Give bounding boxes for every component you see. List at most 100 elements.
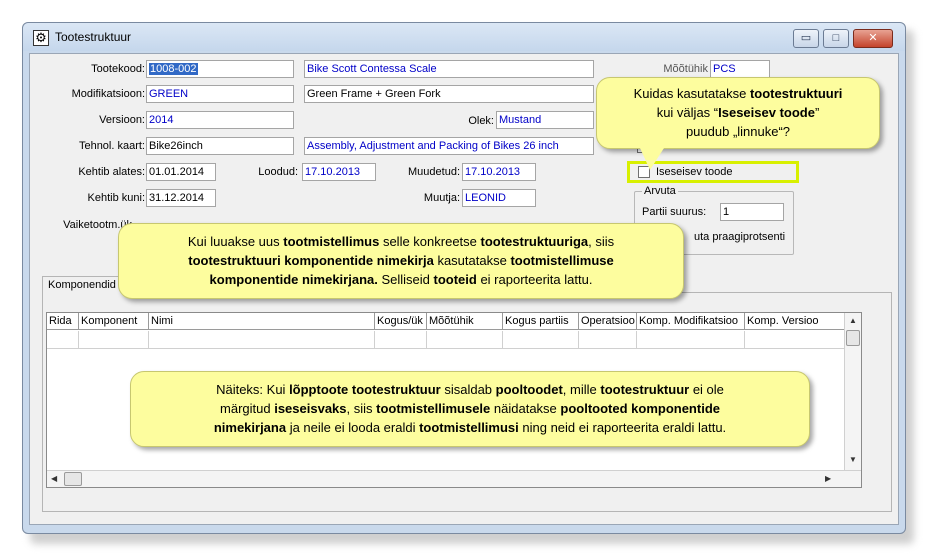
grid-cell[interactable] — [579, 331, 637, 349]
callout-bottom-segment: , siis — [346, 401, 377, 416]
callout-bottom-segment: tootmistellimusele — [376, 401, 491, 416]
modifikatsioon-name-field[interactable]: Green Frame + Green Fork — [304, 85, 594, 103]
scroll-left-icon[interactable]: ◀ — [51, 474, 57, 483]
minimize-button[interactable]: ▭ — [793, 29, 819, 48]
callout-bottom-segment: ning neid ei raporteerita eraldi lattu. — [518, 420, 727, 435]
callout-bottom-segment: iseseisvaks — [274, 401, 347, 416]
grid-cell[interactable] — [79, 331, 149, 349]
col-operatsioon[interactable]: Operatsioo — [579, 313, 637, 330]
callout-top-segment: ” — [814, 105, 820, 120]
tootekood-name-field[interactable]: Bike Scott Contessa Scale — [304, 60, 594, 78]
versioon-label: Versioon: — [99, 114, 145, 126]
grid-cell[interactable] — [503, 331, 579, 349]
maximize-button[interactable]: □ — [823, 29, 849, 48]
callout-middle-segment: tootmistellimus — [283, 234, 380, 249]
scroll-down-icon[interactable]: ▼ — [849, 455, 857, 464]
tehnol-kaart-name-field[interactable]: Assembly, Adjustment and Packing of Bike… — [304, 137, 594, 155]
callout-bottom: Näiteks: Kui lõpptoote tootestruktuur si… — [130, 371, 810, 447]
muutja-field[interactable]: LEONID — [462, 189, 536, 207]
kehtib-alates-label: Kehtib alates: — [78, 166, 145, 178]
col-nimi[interactable]: Nimi — [149, 313, 375, 330]
app-gear-icon: ⚙ — [33, 30, 49, 46]
callout-top-segment: Iseseisev toode — [718, 105, 815, 120]
col-rida[interactable]: Rida — [47, 313, 79, 330]
grid-cell[interactable] — [637, 331, 745, 349]
moot-field[interactable]: PCS — [710, 60, 770, 78]
callout-top-segment: kui väljas “ — [656, 105, 719, 120]
callout-middle-segment: komponentide nimekirjana. — [209, 272, 378, 287]
muutja-label: Muutja: — [423, 192, 460, 204]
col-mootuhik[interactable]: Mõõtühik — [427, 313, 503, 330]
iseseisev-toode-label: Iseseisev toode — [656, 166, 733, 178]
callout-top-pointer — [640, 148, 664, 170]
callout-bottom-segment: pooltooted komponentide — [560, 401, 720, 416]
callout-top: Kuidas kasutatakse tootestruktuuri kui vä… — [596, 77, 880, 149]
callout-bottom-segment: ja neile ei looda eraldi — [286, 420, 420, 435]
grid-cell[interactable] — [427, 331, 503, 349]
kehtib-kuni-label: Kehtib kuni: — [87, 192, 145, 204]
praagiprotsent-label: uta praagiprotsenti — [694, 231, 786, 243]
callout-bottom-segment: lõpptoote tootestruktuur — [289, 382, 441, 397]
horizontal-scrollbar[interactable]: ◀ ▶ — [47, 470, 861, 487]
vertical-scrollbar[interactable]: ▲ ▼ — [844, 313, 861, 471]
kehtib-alates-field[interactable]: 01.01.2014 — [146, 163, 216, 181]
arvuta-label: Arvuta — [642, 185, 678, 197]
callout-middle-segment: selle konkreetse — [379, 234, 481, 249]
scroll-up-icon[interactable]: ▲ — [849, 316, 857, 325]
callout-middle-segment: kasutatakse — [433, 253, 511, 268]
close-button[interactable]: ✕ — [853, 29, 893, 48]
vertical-scroll-thumb[interactable] — [846, 330, 860, 346]
callout-bottom-segment: näidatakse — [490, 401, 561, 416]
tootekood-field[interactable]: 1008-002 — [146, 60, 294, 78]
callout-top-segment: puudub „linnuke“? — [685, 124, 791, 139]
callout-middle-segment: , siis — [588, 234, 615, 249]
muudetud-field[interactable]: 17.10.2013 — [462, 163, 536, 181]
grid-cell[interactable] — [47, 331, 79, 349]
modifikatsioon-field[interactable]: GREEN — [146, 85, 294, 103]
callout-middle-segment: tootestruktuuriga — [480, 234, 589, 249]
kehtib-kuni-field[interactable]: 31.12.2014 — [146, 189, 216, 207]
scroll-right-icon[interactable]: ▶ — [825, 474, 831, 483]
partii-suurus-field[interactable]: 1 — [720, 203, 784, 221]
versioon-field[interactable]: 2014 — [146, 111, 294, 129]
grid-cell[interactable] — [745, 331, 845, 349]
olek-field[interactable]: Mustand — [496, 111, 594, 129]
callout-bottom-segment: , mille — [562, 382, 601, 397]
loodud-label: Loodud: — [258, 166, 298, 178]
col-kogus-uk[interactable]: Kogus/ük — [375, 313, 427, 330]
loodud-field[interactable]: 17.10.2013 — [302, 163, 376, 181]
callout-bottom-segment: Näiteks: Kui — [216, 382, 290, 397]
callout-bottom-segment: nimekirjana — [213, 420, 287, 435]
callout-middle: Kui luuakse uus tootmistellimus selle ko… — [118, 223, 684, 299]
vaiketootm-label: Vaiketootm.ük — [63, 219, 132, 231]
callout-bottom-segment: tootestruktuur — [600, 382, 690, 397]
horizontal-scroll-thumb[interactable] — [64, 472, 82, 486]
callout-middle-segment: tootestruktuuri komponentide nimekirja — [188, 253, 434, 268]
col-komp-modifikatsioon[interactable]: Komp. Modifikatsioo — [637, 313, 745, 330]
grid-cell[interactable] — [149, 331, 375, 349]
tehnol-kaart-label: Tehnol. kaart: — [78, 140, 145, 152]
callout-middle-segment: tooteid — [433, 272, 477, 287]
callout-middle-segment: ei raporteerita lattu. — [476, 272, 593, 287]
callout-top-segment: tootestruktuuri — [749, 86, 843, 101]
col-komp-versioon[interactable]: Komp. Versioo — [745, 313, 845, 330]
col-komponent[interactable]: Komponent — [79, 313, 149, 330]
grid-cell[interactable] — [375, 331, 427, 349]
moot-label: Mõõtühik — [663, 63, 708, 75]
callout-middle-segment: tootmistellimuse — [510, 253, 614, 268]
callout-bottom-segment: tootmistellimusi — [419, 420, 519, 435]
tootekood-value: 1008-002 — [149, 63, 198, 75]
tootekood-label: Tootekood: — [91, 63, 145, 75]
muudetud-label: Muudetud: — [408, 166, 460, 178]
modifikatsioon-label: Modifikatsioon: — [71, 88, 145, 100]
callout-bottom-segment: märgitud — [220, 401, 275, 416]
callout-middle-segment: Selliseid — [377, 272, 434, 287]
olek-label: Olek: — [468, 115, 494, 127]
title-bar[interactable]: ⚙ Tootestruktuur ▭ □ ✕ — [23, 23, 905, 51]
callout-bottom-segment: ei ole — [689, 382, 724, 397]
partii-suurus-label: Partii suurus: — [642, 206, 707, 218]
window-title: Tootestruktuur — [55, 30, 132, 44]
callout-top-segment: Kuidas kasutatakse — [633, 86, 750, 101]
tehnol-kaart-field[interactable]: Bike26inch — [146, 137, 294, 155]
col-kogus-partiis[interactable]: Kogus partiis — [503, 313, 579, 330]
